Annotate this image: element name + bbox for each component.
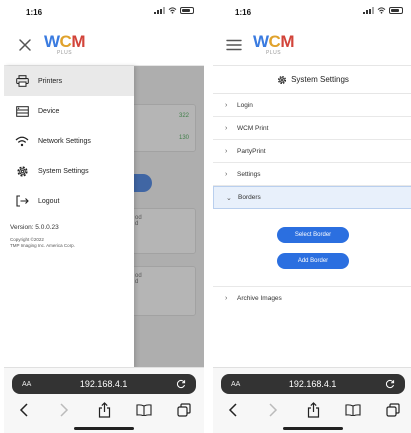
logo-letter-m: M	[71, 32, 85, 51]
right-phone-screen: 1:16 WCM PLUS System Settings › Login › …	[213, 0, 411, 433]
share-icon[interactable]	[95, 401, 113, 419]
battery-icon	[389, 7, 403, 14]
chevron-right-icon: ›	[225, 101, 228, 109]
status-bar: 1:16	[213, 0, 411, 22]
browser-nav-row	[213, 400, 411, 420]
copyright-text: Copyright ©2022 TMP Imaging Inc. America…	[4, 237, 122, 249]
app-header: WCM PLUS	[4, 24, 204, 66]
section-label: Settings	[237, 170, 261, 178]
browser-toolbar: AA 192.168.4.1	[213, 367, 411, 433]
text-size-button[interactable]: AA	[22, 381, 31, 388]
hamburger-menu-icon[interactable]	[225, 36, 243, 54]
section-wcm-print[interactable]: › WCM Print	[213, 117, 411, 140]
bookmarks-icon[interactable]	[135, 401, 153, 419]
home-indicator	[74, 427, 134, 430]
wifi-status-icon	[168, 7, 177, 14]
section-login[interactable]: › Login	[213, 94, 411, 117]
left-phone-screen: 1:16 WCM PLUS 322 130 od d od d Printers…	[4, 0, 204, 433]
forward-icon[interactable]	[264, 401, 282, 419]
menu-item-network-settings[interactable]: Network Settings	[4, 126, 134, 156]
printer-icon	[14, 74, 30, 88]
address-bar[interactable]: AA 192.168.4.1	[12, 374, 196, 394]
status-indicators	[154, 7, 194, 14]
menu-item-label: Network Settings	[38, 137, 91, 145]
logo-subtitle: PLUS	[56, 50, 73, 56]
chevron-down-icon: ⌄	[226, 194, 232, 202]
section-label: Archive Images	[237, 295, 282, 302]
menu-item-label: Logout	[38, 197, 60, 205]
chevron-right-icon: ›	[225, 147, 228, 155]
back-icon[interactable]	[15, 401, 33, 419]
select-border-button[interactable]: Select Border	[277, 226, 349, 243]
page-title-text: System Settings	[291, 75, 349, 84]
chevron-right-icon: ›	[225, 124, 228, 132]
signal-icon	[363, 7, 374, 14]
browser-nav-row	[4, 400, 204, 420]
menu-item-label: Device	[38, 107, 60, 115]
home-indicator	[283, 427, 343, 430]
chevron-right-icon: ›	[225, 295, 228, 302]
menu-item-device[interactable]: Device	[4, 96, 134, 126]
section-label: WCM Print	[237, 124, 269, 132]
section-label: Login	[237, 101, 253, 109]
section-borders[interactable]: ⌄ Borders	[213, 186, 411, 209]
system-settings-page: System Settings › Login › WCM Print › Pa…	[213, 66, 411, 369]
tabs-icon[interactable]	[175, 401, 193, 419]
logout-icon	[14, 194, 30, 208]
logo-letter-c: C	[268, 32, 281, 51]
section-label: Borders	[238, 194, 261, 201]
share-icon[interactable]	[304, 401, 322, 419]
text-size-button[interactable]: AA	[231, 381, 240, 388]
wcm-logo: WCM PLUS	[44, 33, 85, 56]
status-time: 1:16	[235, 8, 252, 17]
bookmarks-icon[interactable]	[344, 401, 362, 419]
app-version: Version: 5.0.0.23	[10, 224, 59, 231]
menu-item-printers[interactable]: Printers	[4, 66, 134, 96]
page-title: System Settings	[213, 66, 411, 94]
section-archive-images[interactable]: › Archive Images	[213, 287, 411, 310]
section-settings[interactable]: › Settings	[213, 163, 411, 186]
add-border-button[interactable]: Add Border	[277, 252, 349, 269]
app-header: WCM PLUS	[213, 24, 411, 66]
logo-letter-w: W	[253, 32, 269, 51]
logo-letter-m: M	[280, 32, 294, 51]
back-icon[interactable]	[224, 401, 242, 419]
reload-icon[interactable]	[176, 379, 186, 389]
address-bar[interactable]: AA 192.168.4.1	[221, 374, 405, 394]
drawer-overlay[interactable]	[134, 66, 204, 369]
logo-subtitle: PLUS	[265, 50, 282, 56]
wifi-icon	[14, 134, 30, 148]
close-icon[interactable]	[16, 36, 34, 54]
url-text[interactable]: 192.168.4.1	[31, 379, 176, 389]
reload-icon[interactable]	[385, 379, 395, 389]
forward-icon[interactable]	[55, 401, 73, 419]
section-label: PartyPrint	[237, 147, 266, 155]
status-time: 1:16	[26, 8, 43, 17]
gear-icon	[14, 164, 30, 178]
section-partyprint[interactable]: › PartyPrint	[213, 140, 411, 163]
navigation-drawer: Printers Device Network Settings System …	[4, 66, 134, 369]
borders-panel: Select Border Add Border	[213, 209, 411, 287]
menu-item-label: Printers	[38, 77, 63, 85]
wcm-logo: WCM PLUS	[253, 33, 294, 56]
tabs-icon[interactable]	[384, 401, 402, 419]
browser-toolbar: AA 192.168.4.1	[4, 367, 204, 433]
url-text[interactable]: 192.168.4.1	[240, 379, 385, 389]
menu-item-logout[interactable]: Logout	[4, 186, 134, 216]
chevron-right-icon: ›	[225, 170, 228, 178]
menu-item-label: System Settings	[38, 167, 89, 175]
status-indicators	[363, 7, 403, 14]
battery-icon	[180, 7, 194, 14]
copyright-line-2: TMP Imaging Inc. America Corp.	[10, 242, 75, 248]
gear-icon	[278, 75, 287, 84]
logo-letter-c: C	[59, 32, 72, 51]
status-bar: 1:16	[4, 0, 204, 22]
wifi-status-icon	[377, 7, 386, 14]
menu-item-system-settings[interactable]: System Settings	[4, 156, 134, 186]
signal-icon	[154, 7, 165, 14]
device-icon	[14, 104, 30, 118]
logo-letter-w: W	[44, 32, 60, 51]
